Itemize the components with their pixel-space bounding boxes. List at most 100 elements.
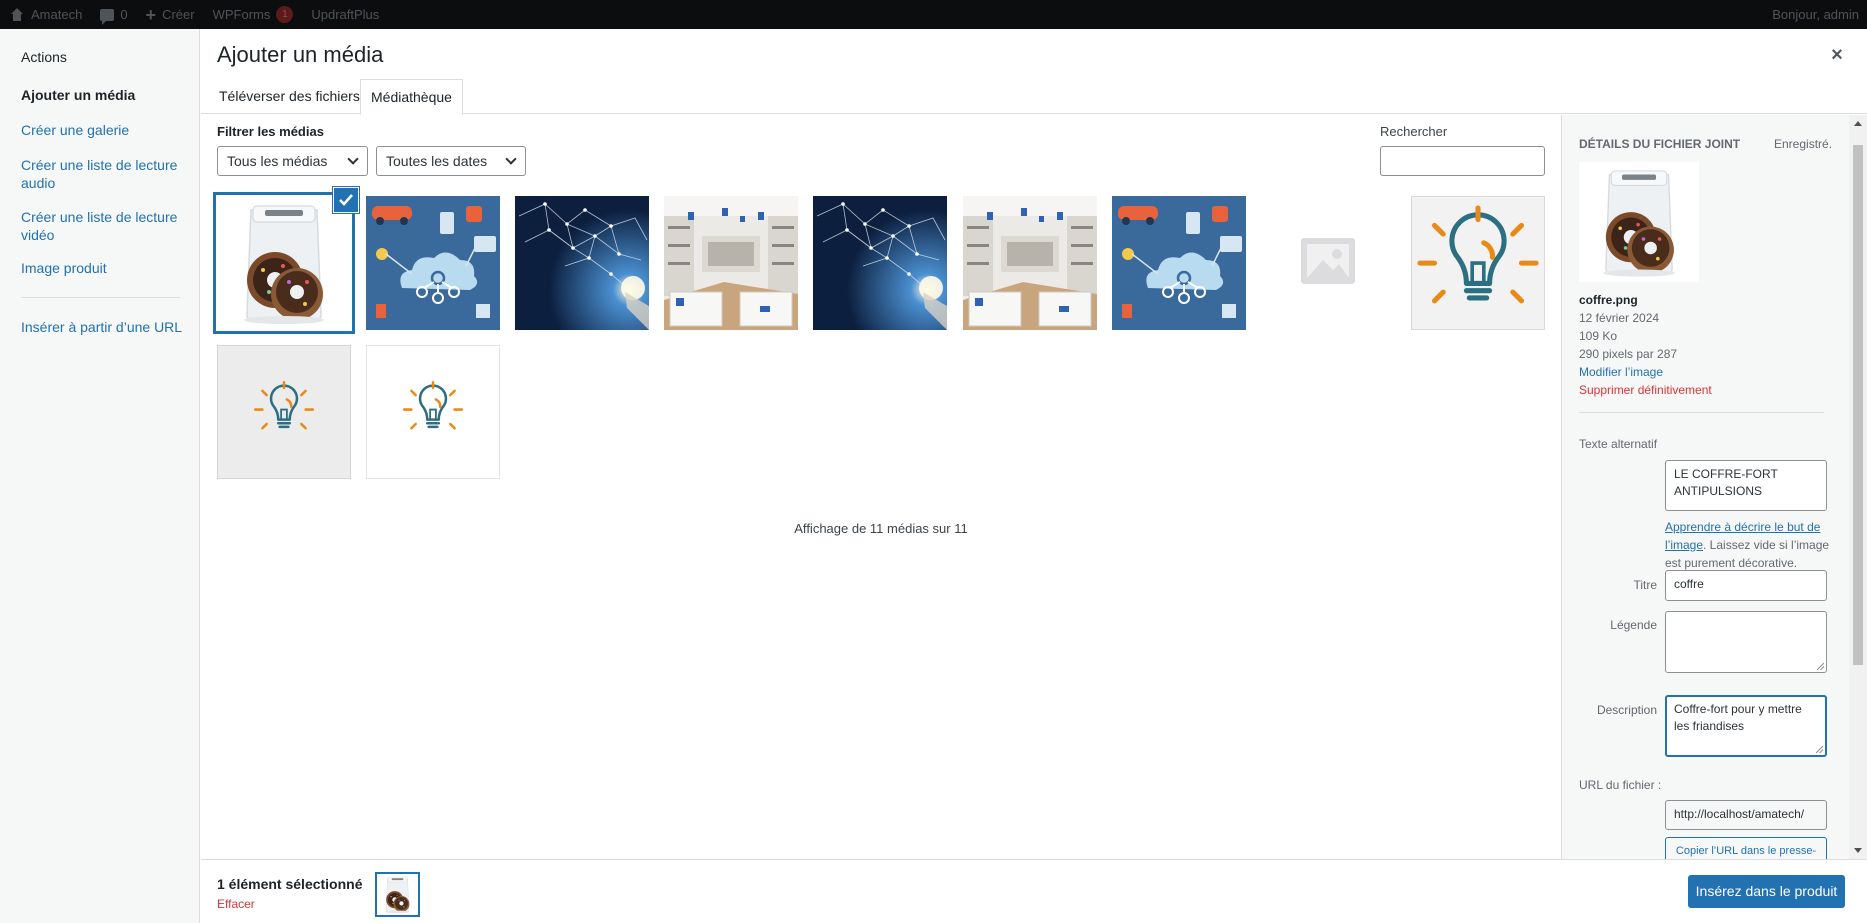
selected-thumbnail[interactable]	[375, 872, 420, 917]
media-item[interactable]	[217, 345, 351, 479]
edit-image-link[interactable]: Modifier l’image	[1579, 363, 1663, 381]
media-modal: Actions Ajouter un média Créer une galer…	[0, 29, 1867, 923]
file-name: coffre.png	[1579, 293, 1638, 307]
file-url-field[interactable]: http://localhost/amatech/	[1665, 800, 1827, 830]
plus-icon: +	[145, 4, 157, 25]
clear-selection-link[interactable]: Effacer	[217, 897, 255, 911]
tab-media-library[interactable]: Médiathèque	[360, 79, 463, 115]
admin-bar-account[interactable]: Bonjour, admin	[1763, 0, 1867, 29]
title-field[interactable]: coffre	[1665, 570, 1827, 601]
thumbnail-image	[515, 196, 649, 330]
site-name: Amatech	[31, 7, 83, 22]
lightbulb-icon	[402, 380, 464, 430]
title-label: Titre	[1633, 578, 1657, 592]
details-heading: Détails du fichier joint	[1579, 137, 1741, 151]
thumbnail-image	[664, 196, 798, 330]
new-label: Créer	[162, 7, 195, 22]
date-filter-value: Toutes les dates	[386, 153, 488, 169]
media-count-status: Affichage de 11 médias sur 11	[794, 521, 968, 536]
menu-item-video-playlist[interactable]: Créer une liste de lecture vidéo	[21, 208, 186, 244]
menu-item-add-media[interactable]: Ajouter un média	[21, 86, 186, 104]
copy-url-button[interactable]: Copier l’URL dans le presse-papiers	[1665, 837, 1827, 859]
router-tabs: Téléverser des fichiers Médiathèque	[201, 79, 1867, 115]
filter-label: Filtrer les médias	[217, 124, 324, 139]
admin-bar-new[interactable]: + Créer	[137, 0, 204, 29]
comment-icon	[100, 8, 115, 25]
close-icon[interactable]: ×	[1825, 43, 1849, 67]
attachment-details: Détails du fichier joint Enregistré. cof…	[1561, 115, 1867, 859]
wpforms-label: WPForms	[212, 7, 271, 22]
image-dimensions: 290 pixels par 287	[1579, 347, 1678, 361]
scroll-down-icon[interactable]	[1854, 848, 1862, 853]
menu-item-audio-playlist[interactable]: Créer une liste de lecture audio	[21, 156, 186, 192]
chevron-down-icon	[505, 153, 517, 165]
media-item[interactable]	[963, 196, 1097, 330]
check-icon[interactable]	[334, 188, 358, 212]
media-type-filter[interactable]: Tous les médias	[217, 146, 368, 176]
menu-separator	[21, 297, 180, 298]
resize-handle-icon[interactable]	[1817, 663, 1824, 670]
details-separator	[1579, 412, 1824, 413]
description-label: Description	[1596, 703, 1657, 717]
home-icon	[9, 7, 25, 22]
saved-status: Enregistré.	[1774, 137, 1833, 151]
placeholder-image-icon	[1261, 196, 1395, 330]
file-size: 109 Ko	[1579, 329, 1618, 343]
caption-field[interactable]	[1665, 611, 1827, 673]
admin-bar-site[interactable]: Amatech	[0, 0, 91, 29]
resize-handle-icon[interactable]	[1816, 746, 1823, 753]
checkmark-icon	[339, 194, 353, 206]
media-menu: Actions Ajouter un média Créer une galer…	[0, 29, 200, 923]
alt-text-field[interactable]: LE COFFRE-FORT ANTIPULSIONS	[1665, 460, 1827, 511]
sidebar-scrollbar[interactable]	[1849, 115, 1867, 859]
thumbnail-image	[1579, 162, 1699, 282]
thumbnail-image	[217, 196, 351, 330]
media-type-value: Tous les médias	[227, 153, 328, 169]
date-filter[interactable]: Toutes les dates	[376, 146, 526, 176]
chevron-down-icon	[347, 153, 359, 165]
file-url-label: URL du fichier :	[1579, 778, 1662, 792]
alt-text-label: Texte alternatif	[1579, 437, 1658, 451]
lightbulb-icon	[253, 380, 315, 430]
thumbnail-image	[963, 196, 1097, 330]
admin-bar-comments[interactable]: 0	[91, 0, 136, 29]
media-item[interactable]	[366, 196, 500, 330]
media-item[interactable]	[664, 196, 798, 330]
media-item[interactable]	[515, 196, 649, 330]
media-item[interactable]	[1261, 196, 1395, 330]
thumbnail-image	[1112, 196, 1246, 330]
media-item[interactable]	[366, 345, 500, 479]
admin-bar-wpforms[interactable]: WPForms 1	[204, 0, 303, 29]
media-item[interactable]	[1411, 196, 1545, 330]
comments-count: 0	[120, 7, 128, 22]
scrollbar-thumb[interactable]	[1853, 145, 1863, 665]
updraft-label: UpdraftPlus	[311, 7, 380, 22]
media-item[interactable]	[813, 196, 947, 330]
media-item-coffre[interactable]	[213, 192, 355, 334]
lightbulb-icon	[1411, 196, 1545, 330]
media-item[interactable]	[1112, 196, 1246, 330]
media-toolbar-footer: 1 élément sélectionné Effacer Insérez da…	[201, 859, 1867, 923]
description-value: Coffre-fort pour y mettre les friandises	[1674, 702, 1802, 733]
search-input[interactable]	[1380, 146, 1545, 176]
thumbnail-image	[366, 196, 500, 330]
thumbnail-image	[377, 874, 418, 915]
notification-badge: 1	[276, 6, 294, 23]
details-thumbnail	[1579, 162, 1699, 282]
greeting: Bonjour, admin	[1772, 7, 1859, 22]
scroll-up-icon[interactable]	[1854, 121, 1862, 126]
menu-heading: Actions	[21, 49, 67, 65]
insert-into-product-button[interactable]: Insérez dans le produit	[1688, 875, 1845, 908]
upload-date: 12 février 2024	[1579, 311, 1660, 325]
search-label: Rechercher	[1380, 124, 1448, 139]
selection-count: 1 élément sélectionné	[217, 876, 363, 892]
admin-bar-updraft[interactable]: UpdraftPlus	[302, 0, 388, 29]
modal-title: Ajouter un média	[217, 42, 384, 67]
menu-item-create-gallery[interactable]: Créer une galerie	[21, 121, 186, 139]
caption-label: Légende	[1610, 618, 1657, 632]
delete-permanently-link[interactable]: Supprimer définitivement	[1579, 381, 1712, 399]
tab-upload-files[interactable]: Téléverser des fichiers	[209, 79, 370, 115]
description-field[interactable]: Coffre-fort pour y mettre les friandises	[1665, 695, 1827, 757]
menu-item-product-image[interactable]: Image produit	[21, 259, 186, 277]
menu-item-insert-url[interactable]: Insérer à partir d’une URL	[21, 318, 186, 336]
